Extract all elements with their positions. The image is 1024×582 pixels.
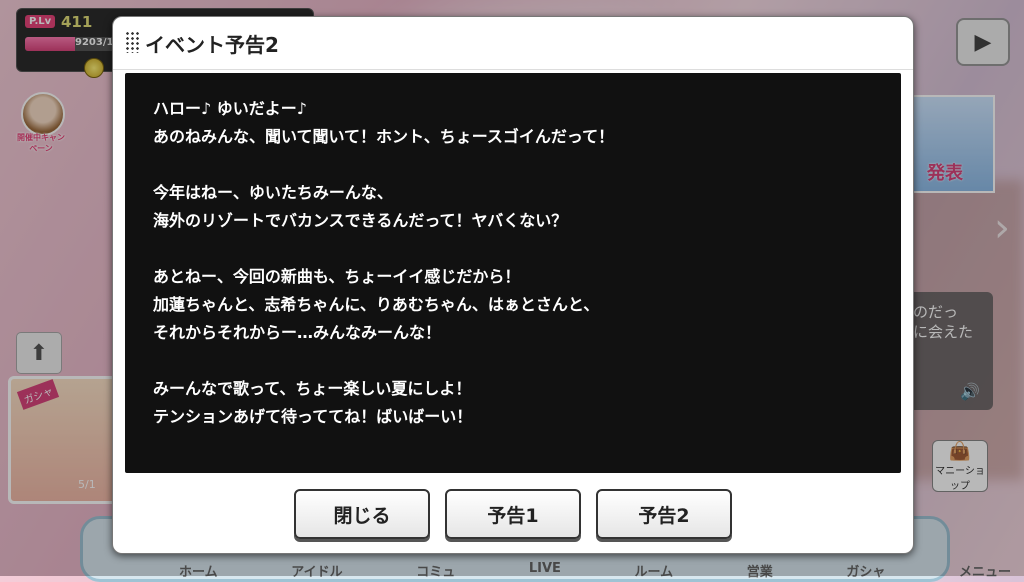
message-paragraph: ハロー♪ ゆいだよー♪ あのねみんな、聞いて聞いて！ホント、ちょースゴイんだって… — [153, 95, 614, 151]
dialog-button-row: 閉じる 予告1 予告2 — [113, 489, 913, 539]
message-line: あとねー、今回の新曲も、ちょーイイ感じだから！ — [153, 267, 521, 286]
message-line: テンションあげて待っててね！ばいばーい！ — [153, 407, 473, 426]
message-paragraph: 今年はねー、ゆいたちみーんな、 海外のリゾートでバカンスできるんだって！ヤバくな… — [153, 179, 614, 235]
dialog-message-body: ハロー♪ ゆいだよー♪ あのねみんな、聞いて聞いて！ホント、ちょースゴイんだって… — [125, 73, 901, 473]
preview2-button[interactable]: 予告2 — [596, 489, 732, 539]
preview1-button[interactable]: 予告1 — [445, 489, 581, 539]
grip-icon — [125, 31, 139, 53]
message-line: あのねみんな、聞いて聞いて！ホント、ちょースゴイんだって！ — [153, 127, 615, 146]
message-line: ハロー♪ ゆいだよー♪ — [153, 99, 307, 118]
message-line: それからそれからー…みんなみーんな！ — [153, 323, 442, 342]
message-line: 海外のリゾートでバカンスできるんだって！ヤバくない？ — [153, 211, 568, 230]
message-line: 加蓮ちゃんと、志希ちゃんに、りあむちゃん、はぁとさんと、 — [153, 295, 600, 314]
close-button[interactable]: 閉じる — [294, 489, 430, 539]
event-preview-dialog: イベント予告2 ハロー♪ ゆいだよー♪ あのねみんな、聞いて聞いて！ホント、ちょ… — [112, 16, 914, 554]
message-line: みーんなで歌って、ちょー楽しい夏にしよ！ — [153, 379, 472, 398]
message-line: 今年はねー、ゆいたちみーんな、 — [153, 183, 393, 202]
message-paragraph: あとねー、今回の新曲も、ちょーイイ感じだから！ 加蓮ちゃんと、志希ちゃんに、りあ… — [153, 263, 614, 347]
dialog-header: イベント予告2 — [113, 17, 913, 70]
dialog-title: イベント予告2 — [145, 33, 279, 57]
message-paragraph: みーんなで歌って、ちょー楽しい夏にしよ！ テンションあげて待っててね！ばいばーい… — [153, 375, 614, 431]
